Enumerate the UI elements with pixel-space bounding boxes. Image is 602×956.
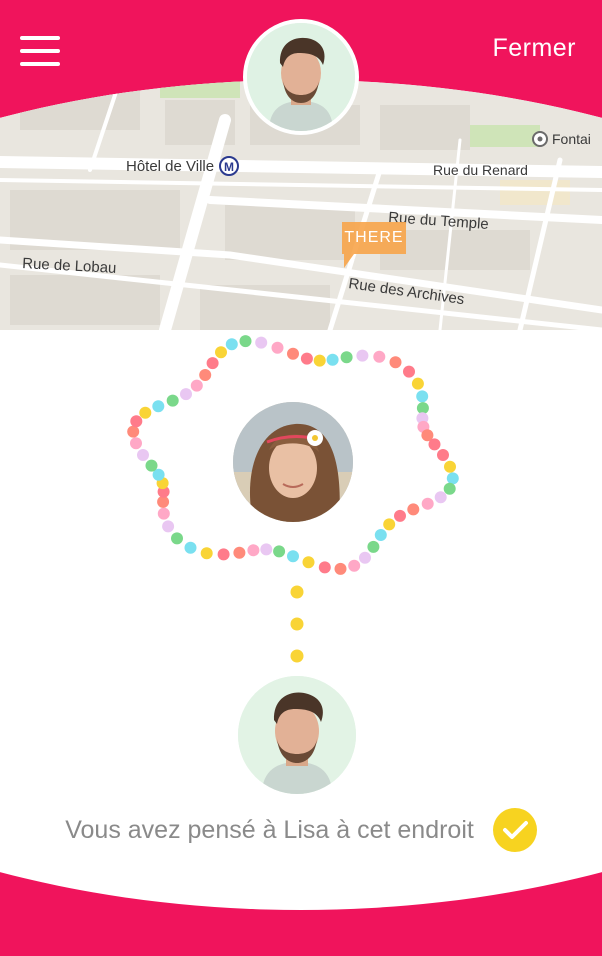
hamburger-menu-icon bbox=[20, 36, 60, 40]
menu-button[interactable] bbox=[20, 36, 60, 70]
user-avatar-top[interactable] bbox=[243, 19, 359, 135]
close-button[interactable]: Fermer bbox=[492, 34, 576, 63]
map-label-hotel-de-ville: Hôtel de Ville bbox=[126, 158, 214, 175]
lisa-avatar[interactable] bbox=[233, 402, 353, 522]
map-label-fontaine: Fontai bbox=[552, 131, 591, 147]
check-circle-icon bbox=[492, 808, 537, 852]
there-marker-label: THERE bbox=[344, 229, 404, 246]
app-screen: Hôtel de Ville M Rue du Renard Rue du Te… bbox=[0, 0, 602, 956]
man-portrait-icon bbox=[247, 23, 355, 131]
there-marker[interactable]: THERE bbox=[342, 222, 406, 268]
metro-icon-label: M bbox=[224, 160, 234, 174]
thought-message: Vous avez pensé à Lisa à cet endroit bbox=[0, 808, 602, 852]
thought-message-text: Vous avez pensé à Lisa à cet endroit bbox=[65, 815, 474, 844]
woman-portrait-icon bbox=[233, 402, 353, 522]
map-label-rue-du-renard: Rue du Renard bbox=[433, 162, 528, 178]
man-portrait-icon bbox=[238, 676, 356, 794]
user-avatar-bottom[interactable] bbox=[238, 676, 356, 794]
